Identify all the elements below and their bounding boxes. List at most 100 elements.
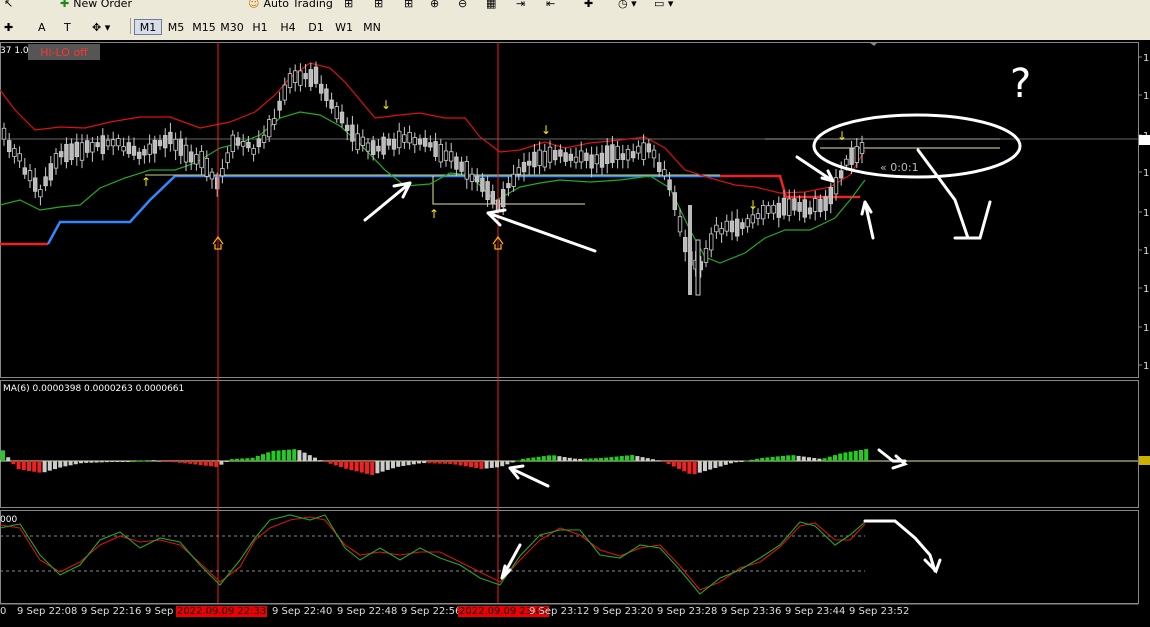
candle-body — [584, 152, 589, 161]
text-label-icon[interactable]: T — [64, 18, 78, 36]
tab-m15[interactable]: M15 — [190, 19, 218, 35]
histogram-bar — [489, 461, 494, 468]
histogram-bar — [567, 457, 572, 461]
histogram-bar — [94, 461, 99, 463]
candle-body — [194, 154, 199, 165]
zoom-out-icon[interactable]: ⊖ — [458, 0, 467, 12]
chart-line-icon[interactable]: ⊞ — [404, 0, 413, 12]
histogram-bar — [723, 461, 728, 465]
candle-body — [469, 173, 475, 182]
histogram-bar — [583, 458, 588, 461]
histogram-bar — [547, 455, 551, 461]
histogram-bar — [526, 458, 531, 461]
histogram-bar — [11, 461, 16, 465]
time-axis-label: 9 Sep 23:28 — [657, 606, 718, 617]
histogram-bar — [183, 461, 187, 464]
candle-body — [724, 220, 729, 232]
candle-body — [695, 239, 701, 296]
tab-d1[interactable]: D1 — [302, 19, 330, 35]
histogram-bar — [635, 456, 640, 461]
histogram-bar — [718, 461, 723, 467]
axis-tick-label: 1 — [1143, 284, 1149, 295]
chart-candle-icon[interactable]: ⊞ — [374, 0, 383, 12]
candle-body — [797, 202, 802, 212]
candle-body — [386, 138, 391, 146]
candle-body — [121, 146, 126, 152]
tab-w1[interactable]: W1 — [330, 19, 358, 35]
histogram-bar — [417, 461, 421, 464]
histogram-bar — [484, 461, 489, 469]
add-indicator-icon[interactable]: ✚ — [584, 0, 593, 12]
scroll-icon[interactable]: ⇥ — [516, 0, 525, 12]
candle-body — [573, 156, 579, 163]
candle-body — [173, 138, 178, 151]
histogram-bar — [380, 461, 385, 472]
histogram-bar — [848, 451, 853, 461]
candle-body — [703, 248, 709, 263]
tab-h1[interactable]: H1 — [246, 19, 274, 35]
histogram-bar — [172, 461, 177, 463]
period-icon[interactable]: ◷ ▾ — [618, 0, 637, 12]
tab-m5[interactable]: M5 — [162, 19, 190, 35]
histogram-bar — [255, 455, 260, 461]
histogram-bar — [458, 461, 463, 466]
crosshair-icon[interactable]: ✚ — [4, 18, 22, 36]
text-tool-icon[interactable]: A — [38, 18, 52, 36]
candle-body — [38, 189, 43, 198]
cursor-icon[interactable]: ↖ — [4, 0, 13, 12]
histogram-bar — [801, 456, 806, 461]
candle-body — [714, 224, 719, 233]
candle-body — [651, 149, 657, 159]
histogram-bar — [661, 461, 666, 462]
chart-area[interactable]: 1 1 1 1 1 1 1 1 1 ↓ ↓ ↓ ↓ ↑ ↑ — [0, 40, 1150, 627]
shift-icon[interactable]: ⇤ — [546, 0, 555, 12]
candle-body — [599, 152, 605, 168]
templates-icon[interactable]: ▭ ▾ — [654, 0, 673, 12]
hi-lo-toggle-button[interactable]: Hi-LO off — [28, 44, 100, 60]
ma-level-marker — [1139, 456, 1150, 465]
axis-tick-label: 1 — [1143, 208, 1149, 219]
candle-body — [672, 192, 677, 210]
candle-body — [1, 127, 7, 140]
new-order-button[interactable]: ✚ New Order — [60, 0, 132, 12]
tile-windows-icon[interactable]: ▦ — [486, 0, 496, 12]
histogram-bar — [240, 458, 245, 461]
tab-mn[interactable]: MN — [358, 19, 386, 35]
down-arrow-icon: ↓ — [748, 198, 758, 212]
histogram-bar — [32, 461, 37, 472]
candle-body — [100, 135, 105, 154]
histogram-bar — [266, 452, 271, 461]
histogram-bar — [781, 455, 785, 461]
candle-body — [683, 237, 688, 253]
histogram-bar — [843, 452, 848, 461]
histogram-bar — [229, 459, 234, 461]
candle-body — [568, 153, 573, 161]
auto-trading-button[interactable]: ☺ Auto Trading — [248, 0, 333, 12]
candle-body — [220, 168, 225, 177]
chart-bar-icon[interactable]: ⊞ — [344, 0, 353, 12]
candle-body — [854, 146, 859, 163]
candle-body — [74, 141, 79, 158]
histogram-bar — [859, 449, 863, 461]
tab-m1[interactable]: M1 — [134, 19, 162, 35]
candle-body — [542, 150, 547, 168]
arrows-tool-icon[interactable]: ✥ ▾ — [92, 18, 120, 36]
tab-h4[interactable]: H4 — [274, 19, 302, 35]
histogram-bar — [53, 461, 57, 470]
histogram-bar — [16, 461, 21, 470]
tab-m30[interactable]: M30 — [218, 19, 246, 35]
histogram-bar — [307, 455, 312, 461]
histogram-bar — [188, 461, 193, 464]
histogram-bar — [432, 461, 437, 464]
histogram-bar — [593, 458, 598, 461]
candle-body — [298, 70, 303, 86]
candle-body — [235, 137, 241, 146]
zoom-in-icon[interactable]: ⊕ — [430, 0, 439, 12]
current-price-marker — [1139, 135, 1150, 145]
time-axis-label: 9 Sep 22:56 — [401, 606, 462, 617]
histogram-bar — [141, 460, 146, 462]
candle-body — [204, 158, 209, 177]
candle-body — [761, 204, 766, 220]
candle-body — [79, 142, 85, 161]
candle-body — [90, 142, 95, 153]
